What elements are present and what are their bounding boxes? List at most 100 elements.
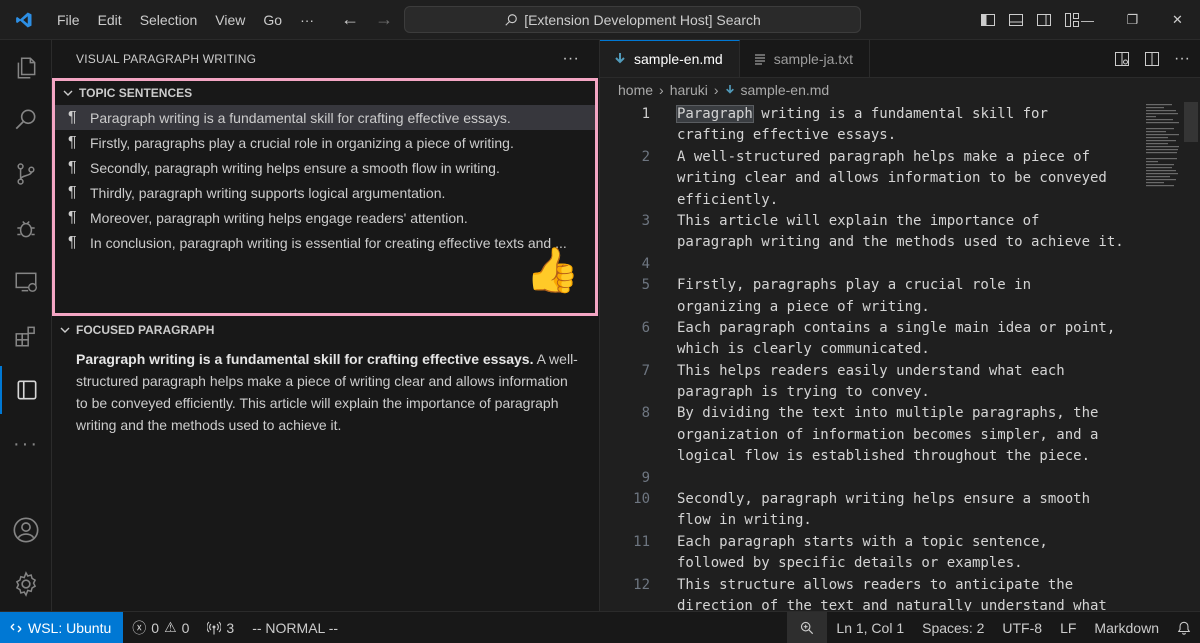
error-count: 0 — [151, 619, 160, 636]
code-line: crafting effective essays. — [600, 125, 1140, 146]
topic-sentence-item[interactable]: ¶ Thirdly, paragraph writing supports lo… — [55, 180, 595, 205]
toggle-primary-sidebar-icon[interactable] — [980, 12, 996, 28]
line-text: efficiently. — [677, 191, 779, 208]
breadcrumb-item[interactable]: haruki — [670, 82, 708, 98]
remote-indicator[interactable]: WSL: Ubuntu — [0, 612, 124, 643]
visual-paragraph-icon[interactable] — [0, 366, 52, 414]
warning-icon: ⚠ — [164, 619, 177, 635]
window-controls: — ❐ ✕ — [1065, 0, 1200, 40]
focused-paragraph-title: FOCUSED PARAGRAPH — [76, 323, 215, 337]
account-icon[interactable] — [0, 506, 52, 554]
line-text: organizing a piece of writing. — [677, 298, 930, 315]
search-icon[interactable] — [0, 96, 52, 144]
editor-more-actions[interactable]: ··· — [1174, 50, 1190, 68]
explorer-icon[interactable] — [0, 44, 52, 92]
search-icon — [505, 13, 518, 26]
code-line: 10 Secondly, paragraph writing helps ensu… — [600, 489, 1140, 510]
topic-sentence-text: Moreover, paragraph writing helps engage… — [90, 209, 468, 226]
notifications-bell-icon[interactable] — [1168, 612, 1200, 643]
warning-count: 0 — [181, 619, 190, 636]
line-number: 1 — [641, 106, 650, 122]
topic-sentences-highlight: TOPIC SENTENCES ¶ Paragraph writing is a… — [52, 78, 598, 316]
cursor-word: Paragraph — [676, 105, 754, 123]
breadcrumb-item[interactable]: sample-en.md — [741, 82, 830, 98]
topic-sentence-item[interactable]: ¶ In conclusion, paragraph writing is es… — [55, 230, 595, 255]
forward-arrow-icon[interactable]: → — [375, 9, 393, 30]
markdown-file-icon — [725, 85, 734, 94]
topic-sentence-item[interactable]: ¶ Firstly, paragraphs play a crucial rol… — [55, 130, 595, 155]
topic-sentence-item[interactable]: ¶ Secondly, paragraph writing helps ensu… — [55, 155, 595, 180]
code-line: logical flow is established throughout t… — [600, 446, 1140, 467]
line-text: A well-structured paragraph helps make a… — [677, 148, 1091, 165]
run-debug-icon[interactable] — [0, 204, 52, 252]
topic-sentence-item[interactable]: ¶ Paragraph writing is a fundamental ski… — [55, 105, 595, 130]
line-number — [600, 232, 650, 253]
navigation-arrows: ← → — [341, 9, 393, 30]
line-text: writing clear and allows information to … — [677, 170, 1107, 187]
line-number: 3 — [641, 212, 650, 229]
code-line: organizing a piece of writing. — [600, 297, 1140, 318]
line-number — [600, 510, 650, 531]
settings-gear-icon[interactable] — [0, 560, 52, 608]
encoding[interactable]: UTF-8 — [993, 612, 1051, 643]
menu-selection[interactable]: Selection — [131, 0, 207, 40]
code-line: 9 — [600, 468, 1140, 489]
problems-indicator[interactable]: ⓧ 0 ⚠ 0 — [123, 612, 198, 643]
thumbs-up-icon: 👍 — [525, 246, 580, 295]
code-line: 11 Each paragraph starts with a topic sen… — [600, 532, 1140, 553]
vim-mode-label: -- NORMAL -- — [252, 619, 339, 636]
topic-sentences-header[interactable]: TOPIC SENTENCES — [55, 81, 595, 105]
tab-sample-en[interactable]: sample-en.md — [600, 40, 740, 77]
focused-paragraph-text: Paragraph writing is a fundamental skill… — [52, 342, 598, 436]
topic-sentence-item[interactable]: ¶ Moreover, paragraph writing helps enga… — [55, 205, 595, 230]
line-text: Paragraph writing is a fundamental skill… — [650, 104, 1048, 125]
pilcrow-icon: ¶ — [68, 108, 77, 126]
source-control-icon[interactable] — [0, 150, 52, 198]
focused-paragraph-section: FOCUSED PARAGRAPH Paragraph writing is a… — [52, 318, 598, 436]
menu-more[interactable]: ··· — [291, 0, 323, 40]
line-number: 5 — [641, 277, 650, 294]
command-center-search[interactable]: [Extension Development Host] Search — [404, 6, 861, 33]
menu-file[interactable]: File — [48, 0, 89, 40]
menu-view[interactable]: View — [206, 0, 254, 40]
code-line: 6 Each paragraph contains a single main i… — [600, 318, 1140, 339]
minimize-icon[interactable]: — — [1065, 13, 1110, 28]
vertical-scrollbar[interactable] — [1184, 102, 1198, 142]
toggle-secondary-sidebar-icon[interactable] — [1036, 12, 1052, 28]
sidebar-more-actions[interactable]: ··· — [562, 50, 579, 68]
back-arrow-icon[interactable]: ← — [341, 9, 359, 30]
breadcrumb-item[interactable]: home — [618, 82, 653, 98]
indentation[interactable]: Spaces: 2 — [913, 612, 993, 643]
topic-sentence-text: Firstly, paragraphs play a crucial role … — [90, 134, 514, 151]
focused-paragraph-header[interactable]: FOCUSED PARAGRAPH — [52, 318, 598, 342]
cursor-position[interactable]: Ln 1, Col 1 — [827, 612, 913, 643]
line-text: By dividing the text into multiple parag… — [677, 405, 1099, 422]
ports-indicator[interactable]: 3 — [198, 612, 243, 643]
more-icon[interactable]: ··· — [0, 420, 52, 468]
zoom-button[interactable] — [787, 612, 828, 643]
line-number: 6 — [641, 319, 650, 336]
pilcrow-icon: ¶ — [68, 208, 77, 226]
line-text: organization of information becomes simp… — [677, 426, 1099, 443]
end-of-line[interactable]: LF — [1051, 612, 1085, 643]
tab-sample-ja[interactable]: sample-ja.txt — [740, 40, 871, 77]
menu-go[interactable]: Go — [254, 0, 291, 40]
menu-edit[interactable]: Edit — [89, 0, 131, 40]
remote-explorer-icon[interactable] — [0, 258, 52, 306]
split-editor-icon[interactable] — [1144, 51, 1160, 67]
line-text — [650, 254, 677, 275]
line-text — [650, 468, 677, 489]
close-icon[interactable]: ✕ — [1155, 12, 1200, 28]
topic-sentence-text: In conclusion, paragraph writing is esse… — [90, 234, 567, 251]
open-preview-icon[interactable] — [1114, 51, 1130, 67]
line-number: 7 — [641, 362, 650, 379]
extensions-icon[interactable] — [0, 312, 52, 360]
restore-icon[interactable]: ❐ — [1110, 12, 1155, 28]
text-file-icon — [754, 53, 765, 65]
language-mode[interactable]: Markdown — [1085, 612, 1168, 643]
code-line: 8 By dividing the text into multiple para… — [600, 403, 1140, 424]
toggle-panel-icon[interactable] — [1008, 12, 1024, 28]
minimap[interactable] — [1144, 102, 1184, 192]
eol-label: LF — [1060, 619, 1077, 636]
code-editor[interactable]: 1 Paragraph writing is a fundamental skil… — [600, 104, 1140, 617]
